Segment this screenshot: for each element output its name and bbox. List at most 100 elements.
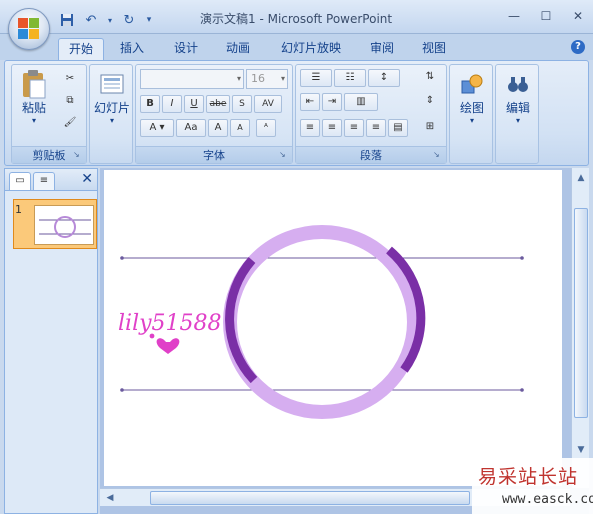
scroll-left-icon[interactable]: ◀ — [104, 492, 116, 504]
smartart-icon[interactable]: ⊞ — [420, 119, 440, 137]
clipboard-group: 粘贴 ▾ ✂ ⧉ 🖌 剪贴板 ↘ — [11, 64, 87, 164]
char-spacing-button[interactable]: AV — [254, 95, 282, 113]
window-title: 演示文稿1 - Microsoft PowerPoint — [200, 12, 393, 26]
justify-icon[interactable]: ≡ — [366, 119, 386, 137]
align-left-icon[interactable]: ≡ — [300, 119, 320, 137]
align-right-icon[interactable]: ≡ — [344, 119, 364, 137]
editing-dropdown-icon[interactable]: ▾ — [498, 116, 538, 125]
copy-icon[interactable]: ⧉ — [60, 93, 80, 111]
line-spacing-button[interactable]: ↕ — [368, 69, 400, 87]
shadow-button[interactable]: S — [232, 95, 252, 113]
tab-slideshow[interactable]: 幻灯片放映 — [274, 38, 348, 60]
font-launcher-icon[interactable]: ↘ — [279, 150, 289, 160]
text-direction-icon[interactable]: ⇅ — [420, 69, 440, 87]
decrease-indent-icon[interactable]: ⇤ — [300, 93, 320, 111]
binoculars-icon — [503, 69, 533, 99]
shapes-icon — [457, 69, 487, 99]
paste-label: 粘贴 — [21, 101, 46, 115]
tab-review[interactable]: 审阅 — [362, 38, 402, 60]
maximize-button[interactable]: ☐ — [537, 8, 555, 24]
ribbon: 粘贴 ▾ ✂ ⧉ 🖌 剪贴板 ↘ 幻灯片 ▾ ▾ 16 ▾ B I U abe S… — [4, 60, 589, 166]
font-size-combo[interactable]: 16 ▾ — [246, 69, 288, 89]
slide-thumbnail[interactable] — [13, 199, 97, 249]
tab-insert[interactable]: 插入 — [112, 38, 152, 60]
thumbnail-preview — [34, 205, 94, 245]
drawing-dropdown-icon[interactable]: ▾ — [452, 116, 492, 125]
align-center-icon[interactable]: ≡ — [322, 119, 342, 137]
new-slide-icon — [97, 69, 127, 99]
new-slide-button[interactable]: 幻灯片 ▾ — [92, 69, 132, 125]
distributed-icon[interactable]: ▤ — [388, 119, 408, 137]
grow-font-icon[interactable]: A — [208, 119, 228, 137]
increase-indent-icon[interactable]: ⇥ — [322, 93, 342, 111]
tab-animations[interactable]: 动画 — [218, 38, 258, 60]
shrink-font-icon[interactable]: A — [230, 119, 250, 137]
bold-button[interactable]: B — [140, 95, 160, 113]
paste-button[interactable]: 粘贴 ▾ — [16, 69, 52, 125]
undo-icon[interactable]: ↶ — [82, 11, 100, 29]
editing-button[interactable]: 编辑 ▾ — [498, 69, 538, 125]
slide-number: 1 — [15, 203, 22, 216]
quick-access-toolbar: ↶ ▾ ↻ ▾ — [58, 10, 154, 30]
drawing-group: 绘图 ▾ — [449, 64, 493, 164]
new-slide-dropdown-icon[interactable]: ▾ — [92, 116, 132, 125]
outline-tab-icon[interactable]: ≡ — [33, 172, 55, 190]
slide-canvas[interactable]: lily51588 — [104, 170, 562, 486]
change-case-button[interactable]: Aa — [176, 119, 206, 137]
vertical-scrollbar[interactable]: ▲ ▼ — [571, 168, 589, 488]
close-pane-icon[interactable]: ✕ — [81, 171, 93, 187]
ribbon-tabs: 开始 插入 设计 动画 幻灯片放映 审阅 视图 ? — [0, 34, 593, 60]
minimize-button[interactable]: — — [505, 8, 523, 24]
clear-formatting-icon[interactable]: ᴬ — [256, 119, 276, 137]
italic-button[interactable]: I — [162, 95, 182, 113]
numbering-button[interactable]: ☷ — [334, 69, 366, 87]
paragraph-group-label: 段落 — [296, 146, 446, 163]
undo-dropdown-icon[interactable]: ▾ — [106, 11, 114, 29]
format-painter-icon[interactable]: 🖌 — [60, 115, 80, 133]
office-button[interactable] — [8, 8, 50, 50]
align-text-icon[interactable]: ⇕ — [420, 93, 440, 111]
underline-button[interactable]: U — [184, 95, 204, 113]
cut-icon[interactable]: ✂ — [60, 71, 80, 89]
tab-view[interactable]: 视图 — [414, 38, 454, 60]
close-button[interactable]: ✕ — [569, 8, 587, 24]
ring-light[interactable] — [223, 225, 421, 419]
paste-dropdown-icon[interactable]: ▾ — [16, 116, 52, 125]
columns-button[interactable]: ▥ — [344, 93, 378, 111]
watermark-url: www.easck.com — [502, 492, 593, 507]
signature-text: lily51588 — [118, 311, 222, 336]
redo-icon[interactable]: ↻ — [120, 11, 138, 29]
bullets-button[interactable]: ☰ — [300, 69, 332, 87]
watermark-cn: 易采站长站 — [478, 466, 579, 488]
paragraph-launcher-icon[interactable]: ↘ — [433, 150, 443, 160]
signature-dot — [149, 333, 155, 339]
strikethrough-button[interactable]: abe — [206, 95, 230, 113]
tab-home[interactable]: 开始 — [58, 38, 104, 60]
help-icon[interactable]: ? — [571, 40, 585, 54]
font-name-combo[interactable]: ▾ — [140, 69, 244, 89]
drawing-button[interactable]: 绘图 ▾ — [452, 69, 492, 125]
bottom-line-end-handle[interactable] — [520, 388, 524, 392]
horizontal-scroll-thumb[interactable] — [150, 491, 470, 505]
drawing-label: 绘图 — [459, 101, 484, 115]
vertical-scroll-thumb[interactable] — [574, 208, 588, 418]
slides-tab-icon[interactable]: ▭ — [9, 172, 31, 190]
font-group: ▾ 16 ▾ B I U abe S AV A ▾ Aa A A ᴬ 字体 ↘ — [135, 64, 293, 164]
slide-drawing: lily51588 — [118, 225, 524, 419]
clipboard-launcher-icon[interactable]: ↘ — [73, 150, 83, 160]
scroll-down-icon[interactable]: ▼ — [575, 444, 587, 456]
scroll-up-icon[interactable]: ▲ — [575, 172, 587, 184]
slides-pane: ▭ ≡ ✕ 1 — [4, 168, 98, 514]
bottom-line-start-handle[interactable] — [120, 388, 124, 392]
customize-qat-icon[interactable]: ▾ — [144, 11, 154, 29]
slides-group: 幻灯片 ▾ — [89, 64, 133, 164]
save-icon[interactable] — [58, 11, 76, 29]
font-color-button[interactable]: A ▾ — [140, 119, 174, 137]
top-line-start-handle[interactable] — [120, 256, 124, 260]
tab-design[interactable]: 设计 — [166, 38, 206, 60]
heart-icon — [156, 338, 180, 354]
top-line-end-handle[interactable] — [520, 256, 524, 260]
editing-group: 编辑 ▾ — [495, 64, 539, 164]
pane-tabs: ▭ ≡ ✕ — [5, 169, 97, 191]
new-slide-label: 幻灯片 — [93, 101, 130, 115]
